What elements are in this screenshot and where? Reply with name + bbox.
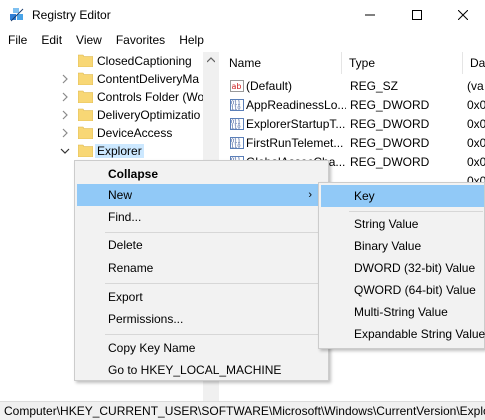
folder-icon [78, 144, 93, 157]
close-button[interactable] [440, 0, 485, 30]
menu-favorites[interactable]: Favorites [109, 30, 172, 50]
value-type: REG_DWORD [350, 98, 430, 112]
submenu-item-multi-string-value[interactable]: Multi-String Value [321, 301, 484, 323]
svg-text:110: 110 [231, 106, 241, 112]
menu-separator [105, 232, 325, 233]
submenu-item-expandable-string-value[interactable]: Expandable String Value [321, 323, 485, 345]
status-bar-path: Computer\HKEY_CURRENT_USER\SOFTWARE\Micr… [0, 401, 485, 420]
value-type: REG_SZ [350, 79, 399, 93]
close-icon [458, 10, 468, 20]
svg-text:ab: ab [232, 82, 242, 91]
menu-item-rename[interactable]: Rename [77, 257, 326, 279]
registry-editor-icon [10, 8, 24, 22]
minimize-button[interactable] [347, 0, 393, 30]
new-submenu: Key String Value Binary Value DWORD (32-… [318, 182, 485, 349]
tree-item[interactable]: DeliveryOptimizatio [0, 106, 218, 124]
binary-value-icon: 011110 [230, 99, 244, 111]
value-type: REG_DWORD [350, 117, 430, 131]
tree-item[interactable]: ClosedCaptioning [0, 52, 218, 70]
value-row[interactable]: 011 110 FirstRunTelemet... REG_DWORD 0x0 [222, 134, 485, 153]
tree-item-selected[interactable]: Explorer [0, 142, 218, 160]
context-menu: Collapse New › Find... Delete Rename Exp… [74, 160, 329, 381]
submenu-item-qword-value[interactable]: QWORD (64-bit) Value [321, 279, 484, 301]
svg-text:110: 110 [231, 125, 241, 131]
value-row[interactable]: 011 110 AppReadinessLo... REG_DWORD 0x0 [222, 96, 485, 115]
tree-item[interactable]: ContentDeliveryMa [0, 70, 218, 88]
value-type: REG_DWORD [350, 155, 430, 169]
menu-separator [105, 334, 325, 335]
value-data: 0x0 [467, 136, 485, 150]
column-header-data[interactable]: Da [463, 52, 485, 74]
menu-item-delete[interactable]: Delete [77, 234, 326, 256]
folder-icon [78, 126, 93, 139]
maximize-icon [412, 10, 422, 20]
menu-edit[interactable]: Edit [34, 30, 69, 50]
title-bar: Registry Editor [0, 0, 485, 30]
menu-view[interactable]: View [69, 30, 109, 50]
tree-item-label: DeviceAccess [97, 126, 173, 140]
column-header-name[interactable]: Name [222, 52, 342, 74]
submenu-item-key[interactable]: Key [321, 185, 484, 207]
menu-item-new-label: New [108, 188, 133, 202]
chevron-right-icon: › [308, 189, 312, 201]
column-header-type[interactable]: Type [342, 52, 463, 74]
tree-item-label: Explorer [95, 144, 144, 158]
menu-separator [349, 211, 483, 212]
submenu-item-binary-value[interactable]: Binary Value [321, 235, 484, 257]
tree-item[interactable]: DeviceAccess [0, 124, 218, 142]
tree-item[interactable]: Controls Folder (Wo [0, 88, 218, 106]
tree-item-label: DeliveryOptimizatio [97, 108, 201, 122]
value-data: (va [467, 79, 484, 93]
menu-item-find[interactable]: Find... [77, 206, 326, 228]
menu-item-collapse[interactable]: Collapse [77, 163, 326, 185]
menu-item-copy-key-name[interactable]: Copy Key Name [77, 337, 326, 359]
binary-value-icon: 011110 [230, 137, 244, 149]
menu-item-new[interactable]: New › [77, 184, 326, 206]
value-data: 0x0 [467, 98, 485, 112]
menu-item-export[interactable]: Export [77, 286, 326, 308]
folder-icon [78, 54, 93, 67]
scroll-up-icon[interactable] [207, 56, 215, 64]
minimize-icon [365, 14, 375, 16]
menu-item-permissions[interactable]: Permissions... [77, 308, 326, 330]
value-type: REG_DWORD [350, 136, 430, 150]
submenu-item-string-value[interactable]: String Value [321, 213, 484, 235]
value-name: ExplorerStartupT... [246, 117, 346, 131]
value-name: AppReadinessLo... [246, 98, 346, 112]
menu-help[interactable]: Help [172, 30, 211, 50]
value-data: 0x0 [467, 117, 485, 131]
folder-icon [78, 108, 93, 121]
folder-icon [78, 90, 93, 103]
svg-text:110: 110 [231, 144, 241, 150]
chevron-down-icon[interactable] [60, 146, 70, 156]
menu-bar: File Edit View Favorites Help [0, 30, 485, 50]
tree-item-label: ContentDeliveryMa [97, 72, 200, 86]
string-value-icon: ab [230, 80, 244, 92]
tree-item-label: ClosedCaptioning [97, 54, 192, 68]
tree-item-label: Controls Folder (Wo [97, 90, 205, 104]
binary-value-icon: 011110 [230, 118, 244, 130]
chevron-right-icon[interactable] [60, 74, 70, 84]
chevron-right-icon[interactable] [60, 92, 70, 102]
chevron-right-icon[interactable] [60, 110, 70, 120]
maximize-button[interactable] [394, 0, 440, 30]
menu-item-goto-hklm[interactable]: Go to HKEY_LOCAL_MACHINE [77, 359, 326, 381]
menu-separator [105, 283, 325, 284]
value-name: (Default) [246, 79, 293, 93]
value-data: 0x0 [467, 155, 485, 169]
window-title: Registry Editor [32, 8, 111, 22]
value-name: FirstRunTelemet... [246, 136, 344, 150]
value-row[interactable]: 011 110 ExplorerStartupT... REG_DWORD 0x0 [222, 115, 485, 134]
folder-icon [78, 72, 93, 85]
value-row[interactable]: ab (Default) REG_SZ (va [222, 77, 485, 96]
menu-file[interactable]: File [0, 30, 34, 50]
chevron-right-icon[interactable] [60, 128, 70, 138]
submenu-item-dword-value[interactable]: DWORD (32-bit) Value [321, 257, 484, 279]
